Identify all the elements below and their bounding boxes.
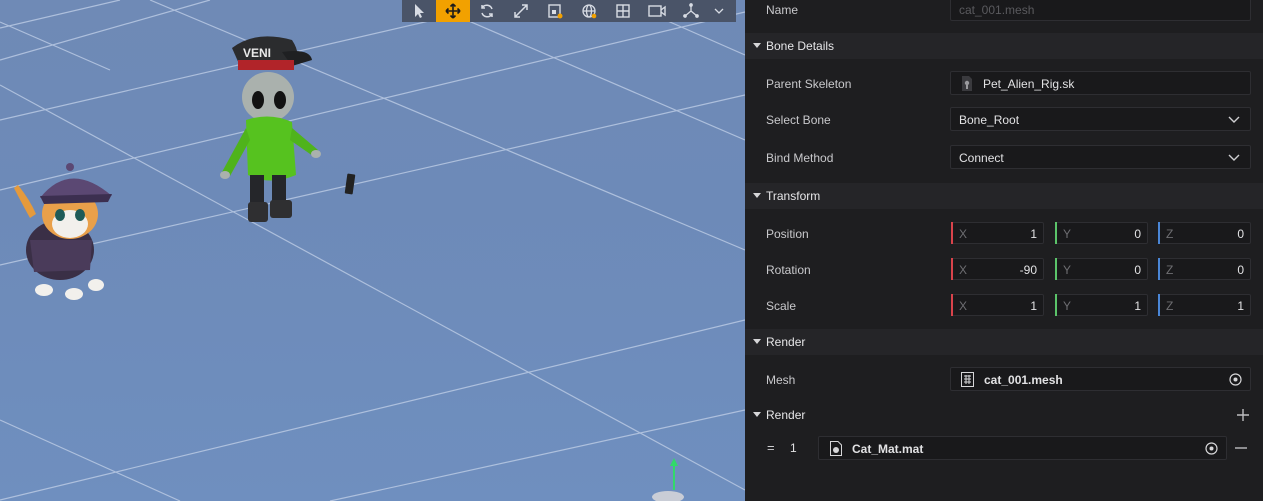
svg-text:VENI: VENI <box>243 46 271 60</box>
select-tool-button[interactable] <box>402 0 436 22</box>
move-tool-button[interactable] <box>436 0 470 22</box>
plus-icon[interactable] <box>1237 409 1249 421</box>
viewport-grid: VENI <box>0 0 745 501</box>
scale-tool-icon <box>514 4 528 18</box>
bone-details-header[interactable]: Bone Details <box>745 33 1263 59</box>
bone-details-title: Bone Details <box>766 39 835 53</box>
bind-method-label: Bind Method <box>766 151 834 165</box>
material-value: Cat_Mat.mat <box>852 442 924 456</box>
rotation-x-input[interactable]: X -90 <box>951 258 1044 280</box>
target-picker-icon[interactable] <box>1229 373 1242 386</box>
scale-label: Scale <box>766 299 797 313</box>
name-label: Name <box>766 3 799 17</box>
position-label: Position <box>766 227 809 241</box>
chevron-down-icon <box>1228 116 1240 123</box>
gizmo-axes-button[interactable] <box>674 0 708 22</box>
rotation-x-value: -90 <box>1019 263 1037 277</box>
transform-header[interactable]: Transform <box>745 183 1263 209</box>
transform-title: Transform <box>766 189 821 203</box>
rect-tool-button[interactable] <box>538 0 572 22</box>
position-y-input[interactable]: Y0 <box>1055 222 1148 244</box>
minus-icon[interactable] <box>1235 447 1247 449</box>
mesh-label: Mesh <box>766 373 796 387</box>
rect-tool-icon <box>548 4 563 19</box>
collapse-triangle-icon <box>753 339 761 344</box>
inspector-panel: Name cat_001.mesh Bone Details Parent Sk… <box>745 0 1263 501</box>
bind-method-value: Connect <box>959 151 1004 165</box>
render-header[interactable]: Render <box>745 329 1263 355</box>
name-field[interactable]: cat_001.mesh <box>950 0 1251 21</box>
scale-x-input[interactable]: X1 <box>951 294 1044 316</box>
parent-skeleton-field[interactable]: Pet_Alien_Rig.sk <box>950 71 1251 95</box>
mesh-file-icon <box>961 372 974 387</box>
rotation-y-input[interactable]: Y0 <box>1055 258 1148 280</box>
parent-skeleton-value: Pet_Alien_Rig.sk <box>983 77 1075 91</box>
position-x-input[interactable]: X1 <box>951 222 1044 244</box>
skeleton-file-icon <box>962 76 972 91</box>
render-materials-title: Render <box>766 408 806 422</box>
rotate-tool-button[interactable] <box>470 0 504 22</box>
alien-character[interactable]: VENI <box>220 36 356 222</box>
select-bone-dropdown[interactable]: Bone_Root <box>950 107 1251 131</box>
gizmo-dropdown-button[interactable] <box>708 0 730 22</box>
mesh-value: cat_001.mesh <box>984 373 1063 387</box>
scale-tool-button[interactable] <box>504 0 538 22</box>
collapse-triangle-icon <box>753 43 761 48</box>
mesh-field[interactable]: cat_001.mesh <box>950 367 1251 391</box>
scale-y-input[interactable]: Y1 <box>1055 294 1148 316</box>
position-z-value: 0 <box>1237 227 1244 241</box>
select-bone-label: Select Bone <box>766 113 831 127</box>
render-materials-header[interactable]: Render <box>745 402 1263 428</box>
rotation-y-value: 0 <box>1134 263 1141 277</box>
select-tool-icon <box>415 4 424 18</box>
material-file-icon <box>830 441 842 456</box>
collapse-triangle-icon <box>753 193 761 198</box>
camera-button[interactable] <box>640 0 674 22</box>
move-tool-icon <box>445 3 461 19</box>
material-field[interactable]: Cat_Mat.mat <box>818 436 1227 460</box>
scale-z-value: 1 <box>1237 299 1244 313</box>
bind-method-dropdown[interactable]: Connect <box>950 145 1251 169</box>
position-z-input[interactable]: Z0 <box>1158 222 1251 244</box>
target-picker-icon[interactable] <box>1205 442 1218 455</box>
drag-handle-icon[interactable]: = <box>767 440 775 455</box>
position-x-value: 1 <box>1030 227 1037 241</box>
rotation-z-input[interactable]: Z0 <box>1158 258 1251 280</box>
gizmo-axes-icon <box>683 3 699 18</box>
scale-z-input[interactable]: Z1 <box>1158 294 1251 316</box>
parent-skeleton-label: Parent Skeleton <box>766 77 852 91</box>
select-bone-value: Bone_Root <box>959 113 1020 127</box>
position-y-value: 0 <box>1134 227 1141 241</box>
transform-toolbar <box>402 0 736 22</box>
scale-y-value: 1 <box>1134 299 1141 313</box>
scene-viewport[interactable]: VENI <box>0 0 745 501</box>
chevron-down-icon <box>714 8 724 14</box>
scale-x-value: 1 <box>1030 299 1037 313</box>
snap-grid-icon <box>616 4 630 18</box>
render-title: Render <box>766 335 806 349</box>
collapse-triangle-icon <box>753 412 761 417</box>
world-space-button[interactable] <box>572 0 606 22</box>
rotation-label: Rotation <box>766 263 811 277</box>
chevron-down-icon <box>1228 154 1240 161</box>
rotate-tool-icon <box>481 4 493 18</box>
world-space-icon <box>582 4 597 19</box>
name-value: cat_001.mesh <box>959 3 1035 17</box>
origin-gizmo-icon <box>652 458 684 501</box>
rotation-z-value: 0 <box>1237 263 1244 277</box>
snap-grid-button[interactable] <box>606 0 640 22</box>
camera-icon <box>648 5 666 17</box>
material-index: 1 <box>790 441 797 455</box>
